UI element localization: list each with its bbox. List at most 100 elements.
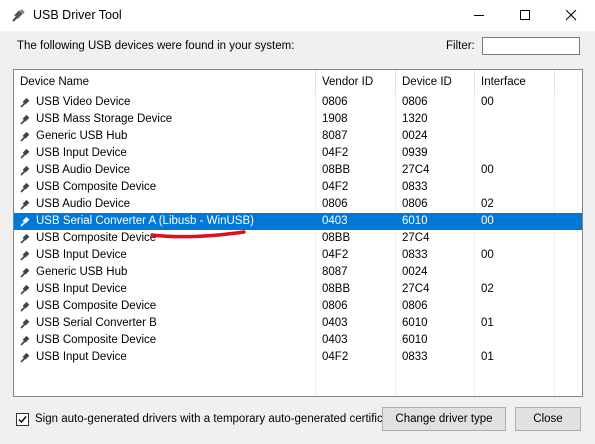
cell-iface: 00 bbox=[481, 215, 494, 227]
cell-device: 0833 bbox=[402, 181, 428, 193]
table-row[interactable]: USB Serial Converter B 0403 6010 01 bbox=[14, 315, 582, 332]
table-row[interactable]: USB Input Device 04F2 0833 00 bbox=[14, 247, 582, 264]
cell-device: 0833 bbox=[402, 249, 428, 261]
cell-iface: 01 bbox=[481, 351, 494, 363]
cell-vendor: 0806 bbox=[322, 300, 348, 312]
usb-plug-icon bbox=[20, 114, 30, 125]
cell-vendor: 1908 bbox=[322, 113, 348, 125]
table-row[interactable]: USB Audio Device 0806 0806 02 bbox=[14, 196, 582, 213]
maximize-button[interactable] bbox=[502, 0, 548, 31]
column-header-interface[interactable]: Interface bbox=[475, 70, 555, 94]
cell-vendor: 8087 bbox=[322, 130, 348, 142]
usb-plug-icon bbox=[20, 301, 30, 312]
cell-name: USB Serial Converter B bbox=[36, 317, 157, 329]
table-row[interactable]: USB Input Device 08BB 27C4 02 bbox=[14, 281, 582, 298]
cell-device: 0806 bbox=[402, 198, 428, 210]
cell-name: USB Input Device bbox=[36, 249, 127, 261]
cell-iface: 00 bbox=[481, 164, 494, 176]
cell-iface: 01 bbox=[481, 317, 494, 329]
cell-iface: 02 bbox=[481, 283, 494, 295]
table-row[interactable]: Generic USB Hub 8087 0024 bbox=[14, 264, 582, 281]
device-list[interactable]: Device Name Vendor ID Device ID Interfac… bbox=[13, 69, 583, 397]
table-row[interactable]: USB Composite Device 0403 6010 bbox=[14, 332, 582, 349]
usb-plug-icon bbox=[20, 233, 30, 244]
table-row[interactable]: USB Composite Device 04F2 0833 bbox=[14, 179, 582, 196]
cell-name: USB Input Device bbox=[36, 351, 127, 363]
device-rows: USB Video Device 0806 0806 00 USB Mass Stora… bbox=[14, 94, 582, 366]
filter-label: Filter: bbox=[446, 40, 475, 52]
sign-drivers-label: Sign auto-generated drivers with a tempo… bbox=[35, 413, 399, 425]
cell-device: 0806 bbox=[402, 96, 428, 108]
cell-device: 0024 bbox=[402, 266, 428, 278]
cell-iface: 02 bbox=[481, 198, 494, 210]
cell-device: 0939 bbox=[402, 147, 428, 159]
devices-found-label: The following USB devices were found in … bbox=[17, 40, 295, 52]
usb-plug-icon bbox=[20, 165, 30, 176]
usb-plug-icon bbox=[20, 97, 30, 108]
close-button[interactable]: Close bbox=[515, 407, 581, 431]
cell-iface: 00 bbox=[481, 96, 494, 108]
table-row[interactable]: USB Video Device 0806 0806 00 bbox=[14, 94, 582, 111]
usb-plug-icon bbox=[20, 267, 30, 278]
close-window-button[interactable] bbox=[548, 0, 594, 31]
cell-iface: 00 bbox=[481, 249, 494, 261]
cell-vendor: 04F2 bbox=[322, 249, 349, 261]
checkmark-icon bbox=[18, 416, 27, 424]
cell-name: USB Input Device bbox=[36, 147, 127, 159]
minimize-icon bbox=[474, 15, 484, 16]
usb-plug-icon bbox=[20, 335, 30, 346]
cell-name: USB Composite Device bbox=[36, 232, 157, 244]
table-row[interactable]: Generic USB Hub 8087 0024 bbox=[14, 128, 582, 145]
table-row[interactable]: USB Serial Converter A (Libusb - WinUSB)… bbox=[14, 213, 582, 230]
cell-name: USB Input Device bbox=[36, 283, 127, 295]
column-header-device-name[interactable]: Device Name bbox=[14, 70, 316, 94]
cell-vendor: 04F2 bbox=[322, 181, 349, 193]
change-driver-type-button[interactable]: Change driver type bbox=[382, 407, 506, 431]
table-row[interactable]: USB Mass Storage Device 1908 1320 bbox=[14, 111, 582, 128]
cell-name: USB Composite Device bbox=[36, 300, 157, 312]
cell-device: 1320 bbox=[402, 113, 428, 125]
sign-drivers-checkbox[interactable] bbox=[16, 413, 29, 426]
close-icon bbox=[566, 10, 577, 21]
cell-device: 27C4 bbox=[402, 232, 430, 244]
cell-vendor: 8087 bbox=[322, 266, 348, 278]
cell-name: USB Video Device bbox=[36, 96, 131, 108]
usb-plug-icon bbox=[20, 199, 30, 210]
title-bar: USB Driver Tool bbox=[0, 0, 595, 31]
usb-plug-icon bbox=[20, 131, 30, 142]
column-header-device-id[interactable]: Device ID bbox=[396, 70, 475, 94]
cell-vendor: 04F2 bbox=[322, 147, 349, 159]
cell-name: USB Audio Device bbox=[36, 198, 130, 210]
cell-vendor: 08BB bbox=[322, 232, 351, 244]
maximize-icon bbox=[520, 10, 530, 20]
cell-vendor: 08BB bbox=[322, 283, 351, 295]
usb-plug-icon bbox=[20, 250, 30, 261]
usb-plug-icon bbox=[20, 148, 30, 159]
table-row[interactable]: USB Audio Device 08BB 27C4 00 bbox=[14, 162, 582, 179]
cell-device: 0806 bbox=[402, 300, 428, 312]
table-row[interactable]: USB Input Device 04F2 0833 01 bbox=[14, 349, 582, 366]
table-row[interactable]: USB Composite Device 0806 0806 bbox=[14, 298, 582, 315]
cell-vendor: 04F2 bbox=[322, 351, 349, 363]
usb-plug-icon bbox=[10, 8, 26, 24]
list-header: Device Name Vendor ID Device ID Interfac… bbox=[14, 70, 582, 94]
cell-device: 27C4 bbox=[402, 283, 430, 295]
usb-plug-icon bbox=[20, 182, 30, 193]
window-title: USB Driver Tool bbox=[33, 8, 122, 22]
usb-plug-icon bbox=[20, 284, 30, 295]
table-row[interactable]: USB Composite Device 08BB 27C4 bbox=[14, 230, 582, 247]
usb-plug-icon bbox=[20, 216, 30, 227]
column-header-vendor-id[interactable]: Vendor ID bbox=[316, 70, 396, 94]
cell-name: USB Composite Device bbox=[36, 334, 157, 346]
minimize-button[interactable] bbox=[456, 0, 502, 31]
cell-name: USB Composite Device bbox=[36, 181, 157, 193]
cell-name: Generic USB Hub bbox=[36, 130, 128, 142]
cell-name: USB Mass Storage Device bbox=[36, 113, 173, 125]
table-row[interactable]: USB Input Device 04F2 0939 bbox=[14, 145, 582, 162]
cell-device: 27C4 bbox=[402, 164, 430, 176]
cell-vendor: 08BB bbox=[322, 164, 351, 176]
cell-vendor: 0403 bbox=[322, 317, 348, 329]
cell-name: USB Audio Device bbox=[36, 164, 130, 176]
red-underline-annotation bbox=[150, 230, 246, 239]
filter-input[interactable] bbox=[482, 37, 580, 55]
